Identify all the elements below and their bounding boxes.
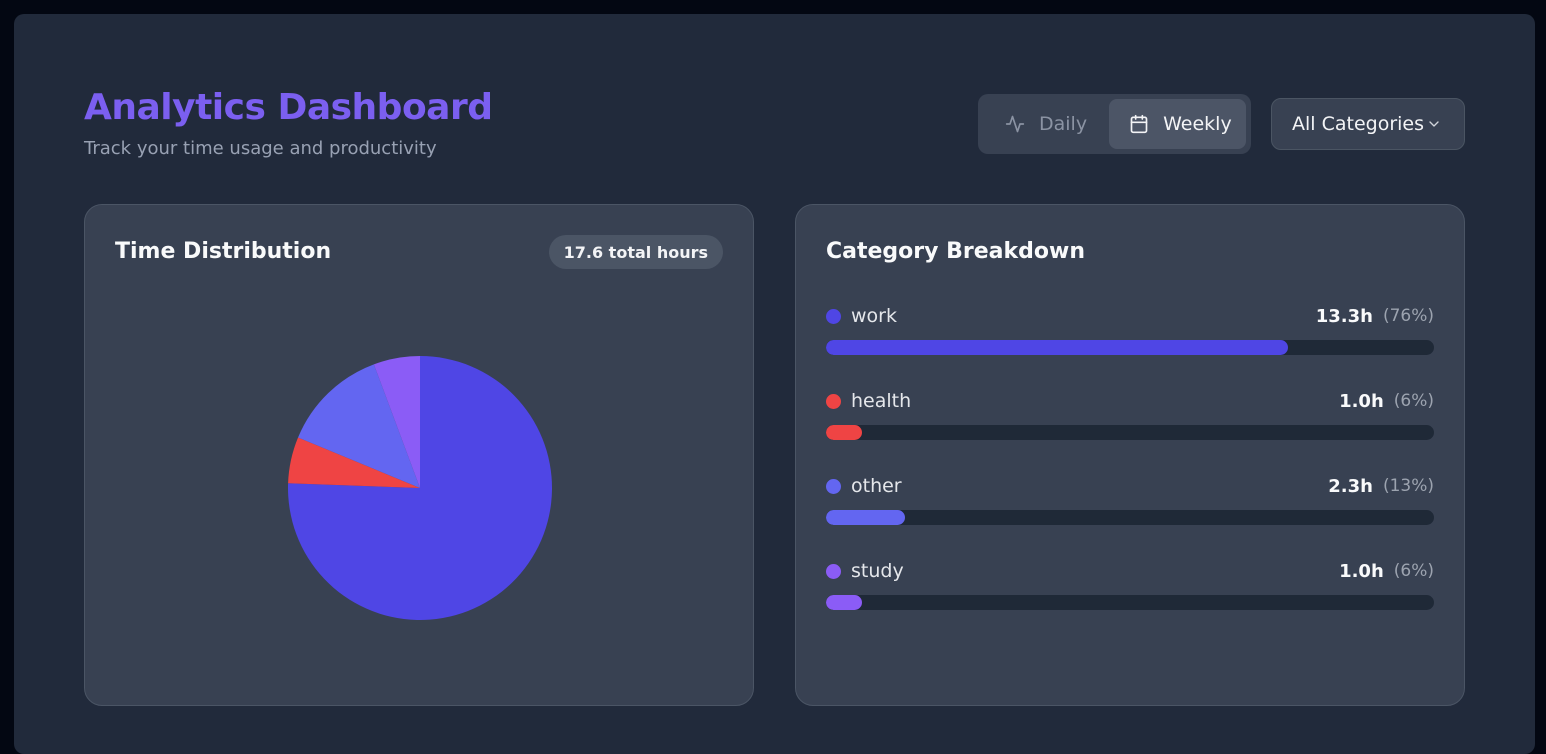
category-item-study: study 1.0h (6%) <box>826 559 1434 610</box>
daily-view-button[interactable]: Daily <box>983 99 1109 149</box>
progress-track <box>826 340 1434 355</box>
progress-track <box>826 425 1434 440</box>
category-item-other: other 2.3h (13%) <box>826 474 1434 525</box>
chevron-down-icon <box>1429 121 1439 127</box>
category-color-dot <box>826 308 841 324</box>
category-name: study <box>851 560 904 582</box>
calendar-icon <box>1130 114 1148 134</box>
category-hours: 13.3h <box>1315 305 1373 327</box>
page-subtitle: Track your time usage and productivity <box>84 138 437 159</box>
progress-fill <box>826 340 1289 355</box>
progress-track <box>826 595 1434 610</box>
activity-icon <box>1005 115 1025 133</box>
category-name: work <box>851 305 897 327</box>
category-item-work: work 13.3h (76%) <box>826 304 1434 355</box>
weekly-view-label: Weekly <box>1163 113 1232 135</box>
category-hours: 1.0h <box>1339 390 1384 412</box>
category-breakdown-title: Category Breakdown <box>826 239 1086 264</box>
category-name: health <box>851 390 912 412</box>
view-toggle: Daily Weekly <box>978 94 1251 154</box>
time-distribution-pie-chart <box>287 356 552 620</box>
category-color-dot <box>826 393 841 409</box>
category-filter-value: All Categories <box>1292 113 1425 135</box>
category-percent: (6%) <box>1393 391 1434 411</box>
category-color-dot <box>826 478 841 494</box>
category-name: other <box>851 475 902 497</box>
progress-fill <box>826 510 906 525</box>
category-hours: 1.0h <box>1339 560 1384 582</box>
app-shell: Analytics Dashboard Track your time usag… <box>14 14 1535 754</box>
category-color-dot <box>826 563 841 579</box>
category-breakdown-card: Category Breakdown work 13.3h (76%) heal… <box>795 204 1465 706</box>
weekly-view-button[interactable]: Weekly <box>1109 99 1246 149</box>
category-percent: (76%) <box>1382 306 1434 326</box>
category-percent: (6%) <box>1393 561 1434 581</box>
time-distribution-card: Time Distribution 17.6 total hours <box>84 204 754 706</box>
page-title: Analytics Dashboard <box>84 87 493 128</box>
category-item-health: health 1.0h (6%) <box>826 389 1434 440</box>
category-hours: 2.3h <box>1328 475 1373 497</box>
category-percent: (13%) <box>1382 476 1434 496</box>
progress-track <box>826 510 1434 525</box>
page-header: Analytics Dashboard Track your time usag… <box>84 86 493 159</box>
total-hours-badge: 17.6 total hours <box>548 235 723 269</box>
progress-fill <box>826 425 863 440</box>
time-distribution-title: Time Distribution <box>115 239 332 264</box>
progress-fill <box>826 595 863 610</box>
category-filter-select[interactable]: All Categories <box>1271 98 1465 150</box>
daily-view-label: Daily <box>1039 113 1088 135</box>
